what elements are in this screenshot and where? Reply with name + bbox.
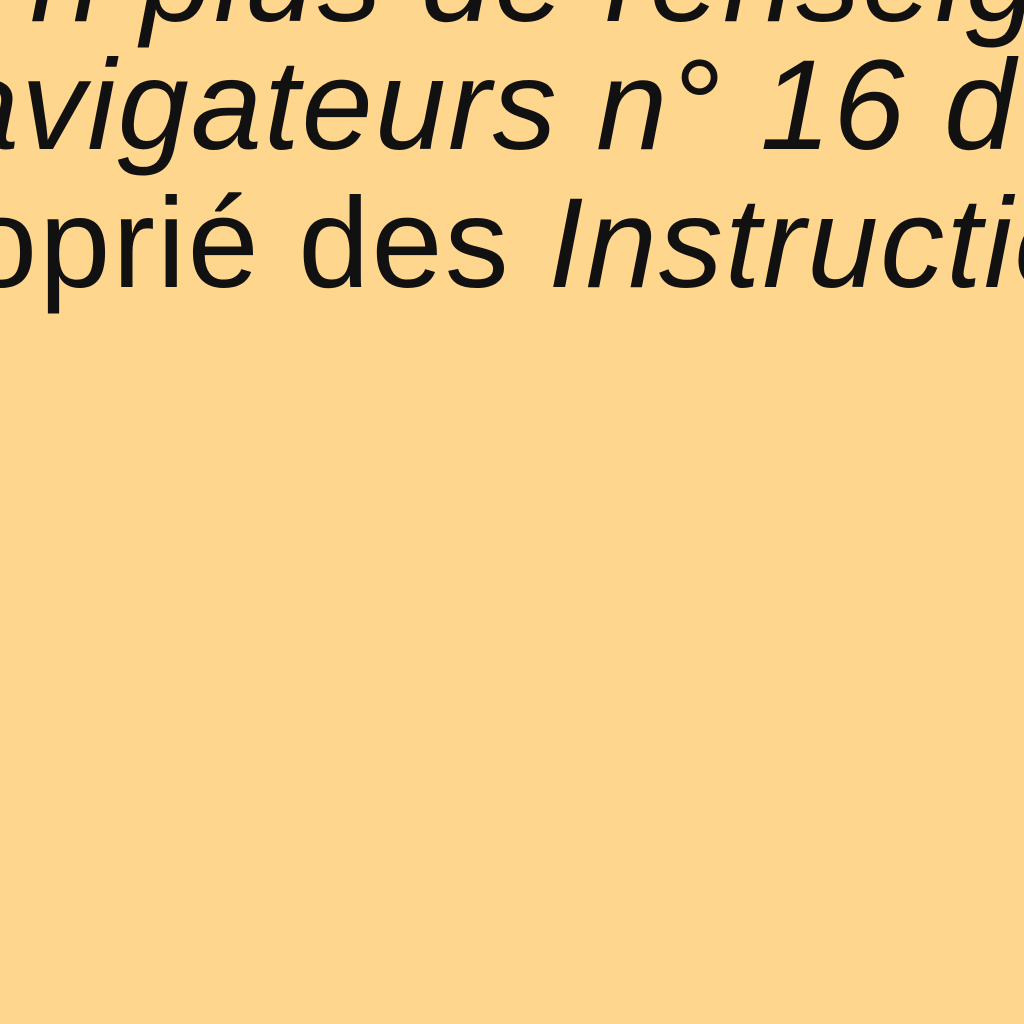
document-page: n plus de renseig avigateurs n° 16 d opr…	[0, 0, 1024, 1024]
text-line-navigateurs: avigateurs n° 16 d	[0, 34, 1018, 177]
text-instructions-italic: Instructio	[548, 172, 1024, 315]
text-approprie-des: oprié des	[0, 172, 549, 315]
text-line-approprie: oprié des Instructio	[0, 180, 1024, 308]
